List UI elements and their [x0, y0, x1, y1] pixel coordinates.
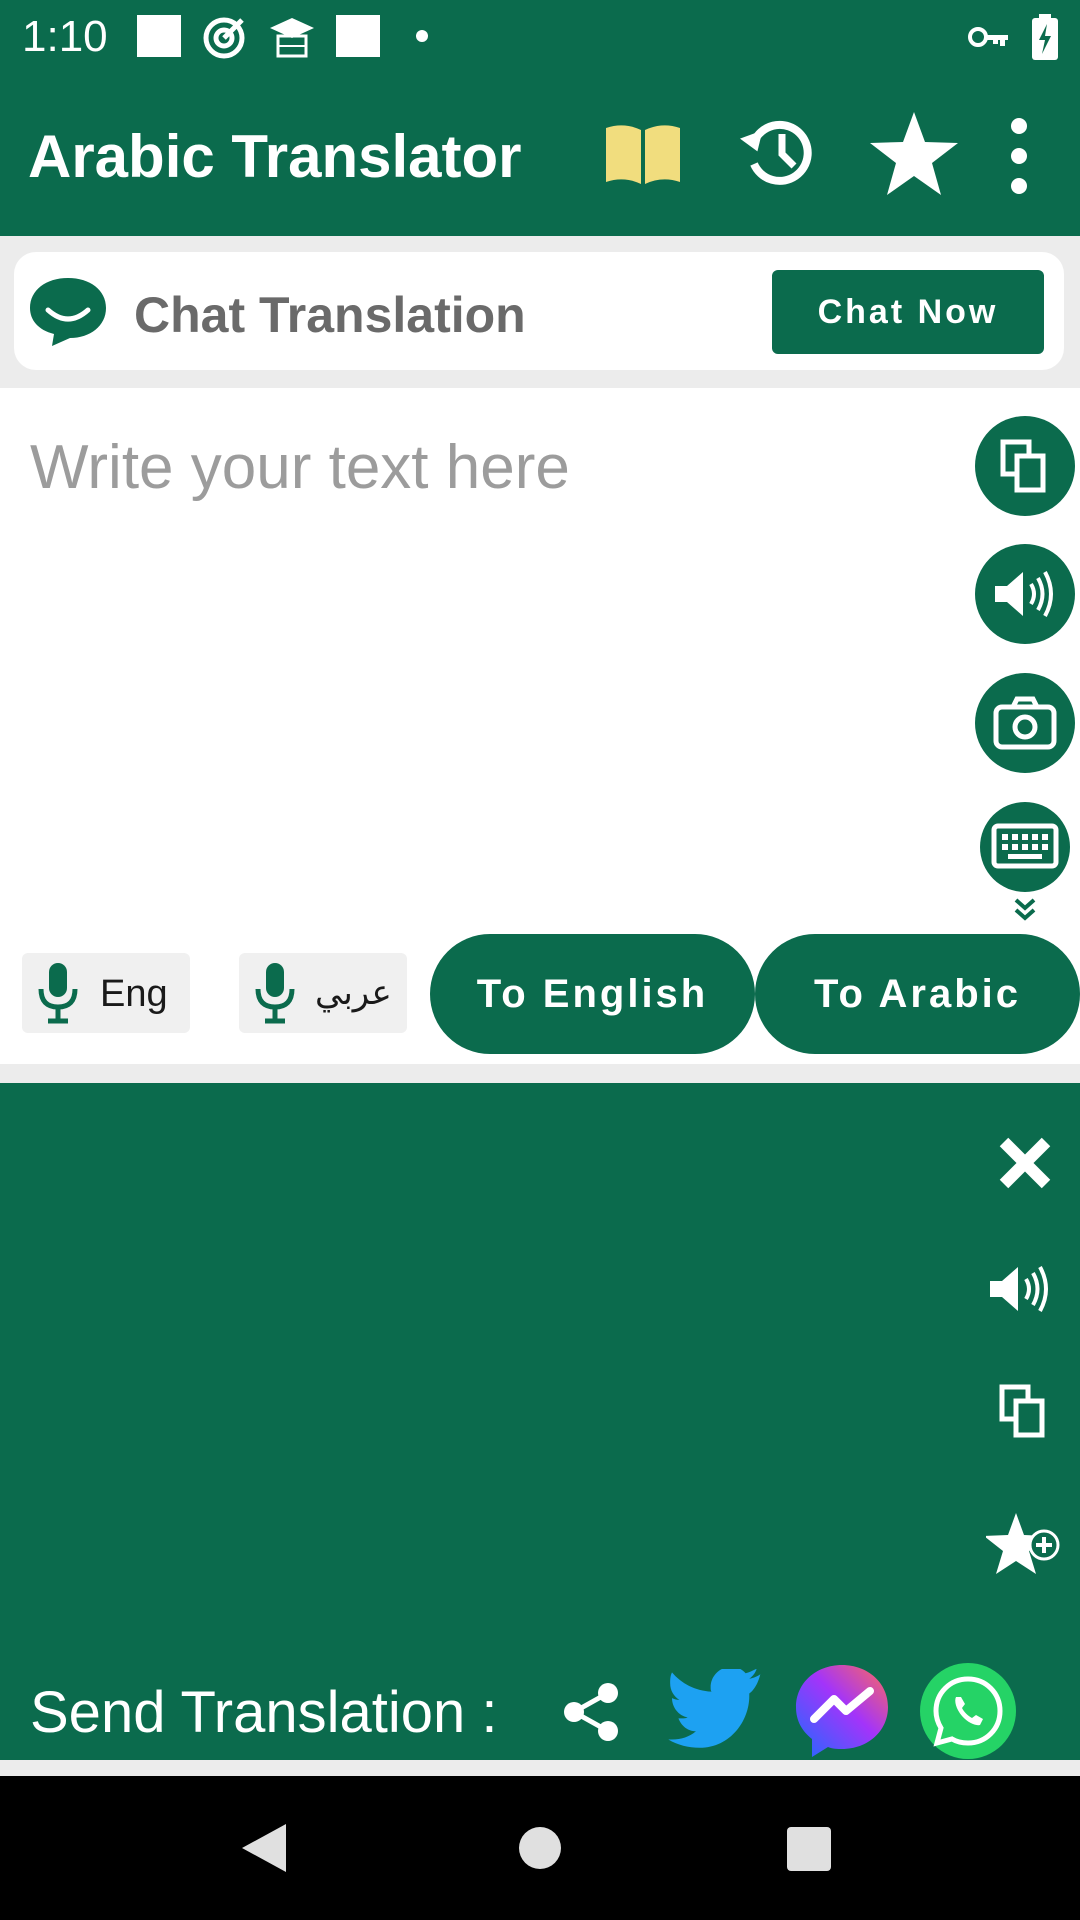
chat-translation-card: Chat Translation Chat Now — [14, 252, 1064, 370]
mic-arabic-label: عربي — [315, 973, 392, 1013]
keyboard-icon — [991, 823, 1059, 869]
copy-icon[interactable] — [998, 1383, 1048, 1439]
star-icon[interactable] — [868, 110, 960, 198]
chat-translation-label: Chat Translation — [134, 287, 526, 343]
back-button[interactable] — [240, 1822, 290, 1874]
output-panel: Send Translation : — [0, 1083, 1080, 1760]
mic-arabic-button[interactable]: عربي — [239, 953, 407, 1033]
battery-charging-icon — [1032, 14, 1058, 60]
camera-icon — [993, 696, 1057, 750]
recents-button[interactable] — [786, 1826, 832, 1872]
vpn-key-icon — [968, 27, 1008, 47]
chat-now-button[interactable]: Chat Now — [772, 270, 1044, 354]
chevron-down-icon[interactable] — [1014, 898, 1036, 922]
mic-english-button[interactable]: Eng — [22, 953, 190, 1033]
camera-button[interactable] — [975, 673, 1075, 773]
navigation-bar — [0, 1776, 1080, 1920]
send-translation-label: Send Translation : — [30, 1680, 498, 1745]
book-icon[interactable] — [604, 122, 682, 186]
graduation-cap-icon — [270, 18, 314, 58]
chat-bubble-icon — [30, 278, 106, 346]
mic-icon — [255, 963, 295, 1024]
app-title: Arabic Translator — [28, 123, 522, 190]
share-icon[interactable] — [560, 1681, 622, 1743]
text-input[interactable]: Write your text here — [30, 432, 570, 503]
close-icon[interactable] — [996, 1134, 1054, 1192]
status-time: 1:10 — [22, 12, 108, 61]
to-english-button[interactable]: To English — [430, 934, 755, 1054]
speaker-icon[interactable] — [986, 1259, 1056, 1319]
messenger-icon[interactable] — [792, 1661, 892, 1761]
status-bar: 1:10 — [0, 0, 1080, 74]
more-vert-icon[interactable] — [1004, 116, 1034, 196]
speaker-icon — [995, 571, 1053, 617]
input-panel: Write your text here Eng عربي To English… — [0, 388, 1080, 1064]
to-arabic-button[interactable]: To Arabic — [755, 934, 1080, 1054]
favorite-add-icon[interactable] — [986, 1511, 1062, 1577]
notification-square-icon — [336, 15, 380, 57]
home-button[interactable] — [518, 1826, 562, 1870]
history-icon[interactable] — [738, 112, 818, 192]
whatsapp-icon[interactable] — [918, 1661, 1018, 1761]
mic-english-label: Eng — [100, 973, 168, 1015]
notification-square-icon — [137, 15, 181, 57]
notification-dot-icon — [416, 30, 428, 42]
speak-input-button[interactable] — [975, 544, 1075, 644]
keyboard-button[interactable] — [980, 802, 1070, 892]
mic-icon — [38, 963, 78, 1024]
copy-button[interactable] — [975, 416, 1075, 516]
target-icon — [203, 17, 245, 59]
copy-icon — [1000, 439, 1046, 493]
app-bar: Arabic Translator — [0, 74, 1080, 236]
twitter-icon[interactable] — [666, 1669, 766, 1753]
